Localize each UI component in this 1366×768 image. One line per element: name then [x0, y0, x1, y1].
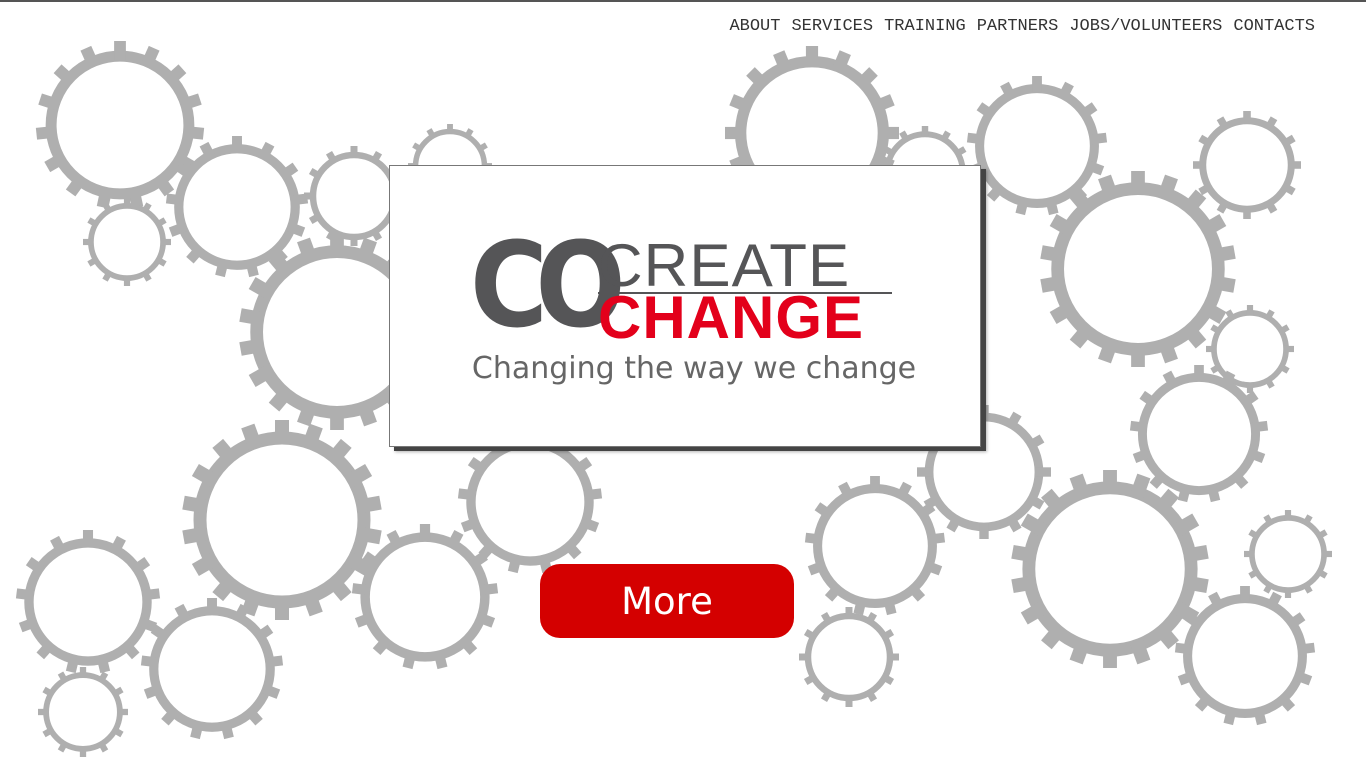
gear-icon [1174, 586, 1316, 726]
gear-icon [966, 76, 1108, 216]
gear-icon [15, 530, 161, 674]
logo-card: CO CREATE CHANGE Changing the way we cha… [389, 165, 981, 447]
nav-training[interactable]: TRAINING [884, 17, 966, 36]
nav-partners[interactable]: PARTNERS [977, 17, 1059, 36]
main-navigation: ABOUT SERVICES TRAINING PARTNERS JOBS/VO… [729, 17, 1315, 36]
cocreate-change-logo: CO CREATE CHANGE [470, 226, 900, 351]
gear-icon [351, 524, 499, 670]
gear-icon [1040, 171, 1236, 367]
nav-jobs-volunteers[interactable]: JOBS/VOLUNTEERS [1069, 17, 1222, 36]
gear-icon [38, 667, 128, 757]
logo-co: CO [470, 216, 626, 354]
tagline: Changing the way we change [471, 351, 917, 386]
nav-services[interactable]: SERVICES [791, 17, 873, 36]
gear-icon [804, 476, 946, 616]
gear-icon [182, 420, 382, 620]
gear-icon [457, 430, 603, 574]
nav-contacts[interactable]: CONTACTS [1233, 17, 1315, 36]
gear-icon [1244, 510, 1332, 598]
gear-icon [799, 607, 899, 707]
gear-icon [140, 598, 284, 740]
more-button[interactable]: More [540, 564, 794, 638]
logo-change: CHANGE [598, 284, 865, 351]
gear-icon [83, 198, 171, 286]
nav-about[interactable]: ABOUT [729, 17, 780, 36]
gear-icon [1193, 111, 1301, 219]
